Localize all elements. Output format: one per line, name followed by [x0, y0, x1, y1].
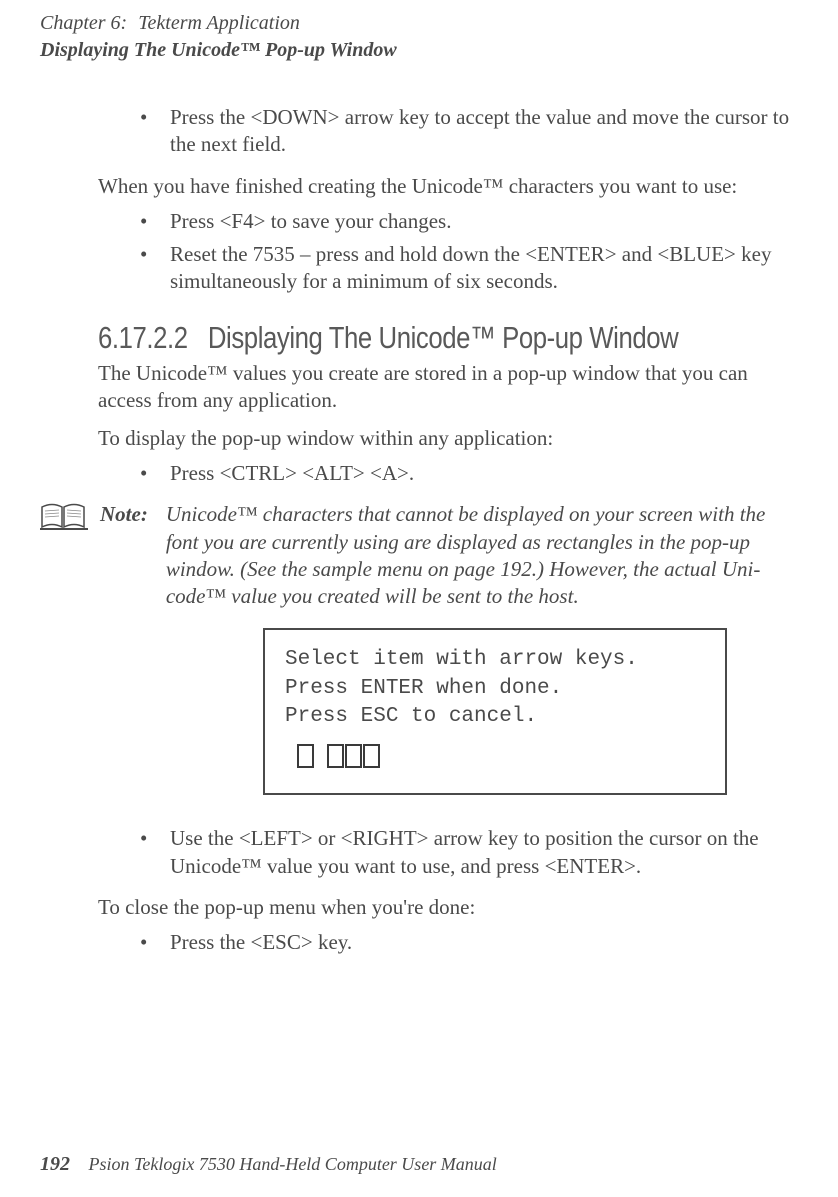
note-label: Note: — [100, 501, 148, 528]
chapter-title: Tekterm Application — [138, 12, 300, 34]
popup-line: Select item with arrow keys. — [285, 646, 705, 674]
unicode-placeholder-glyph — [327, 744, 344, 768]
popup-line: Press ESC to cancel. — [285, 703, 705, 731]
unicode-placeholder-glyph — [297, 744, 314, 768]
list-item: • Press the <DOWN> arrow key to accept t… — [140, 104, 798, 159]
list-item: • Reset the 7535 – press and hold down t… — [140, 241, 798, 296]
popup-line: Press ENTER when done. — [285, 675, 705, 703]
unicode-glyph-row — [285, 741, 705, 771]
popup-window-sample: Select item with arrow keys. Press ENTER… — [263, 628, 727, 795]
bullet-text: Press the <ESC> key. — [170, 930, 352, 954]
bullet-text: Press the <DOWN> arrow key to accept the… — [170, 105, 789, 156]
bullet-icon: • — [140, 929, 147, 956]
note-text: Unicode™ characters that cannot be displ… — [166, 501, 798, 610]
heading-number: 6.17.2.2 — [98, 320, 188, 355]
paragraph: To display the pop-up window within any … — [98, 425, 798, 452]
bullet-text: Press <F4> to save your changes. — [170, 209, 451, 233]
bullet-text: Press <CTRL> <ALT> <A>. — [170, 461, 414, 485]
bullet-icon: • — [140, 460, 147, 487]
manual-title: Psion Teklogix 7530 Hand-Held Computer U… — [89, 1154, 497, 1174]
unicode-placeholder-glyph — [345, 744, 362, 768]
bullet-text: Reset the 7535 – press and hold down the… — [170, 242, 771, 293]
chapter-label: Chapter 6: — [40, 12, 127, 34]
paragraph: The Unicode™ values you create are store… — [98, 360, 798, 415]
bullet-icon: • — [140, 825, 147, 852]
page-footer: 192 Psion Teklogix 7530 Hand-Held Comput… — [40, 1151, 497, 1177]
bullet-icon: • — [140, 208, 147, 235]
list-item: • Press <F4> to save your changes. — [140, 208, 798, 235]
header-section-title: Displaying The Unicode™ Pop-up Window — [40, 37, 798, 64]
paragraph: When you have finished creating the Unic… — [98, 173, 798, 200]
page-header: Chapter 6: Tekterm Application Displayin… — [40, 10, 798, 64]
paragraph: To close the pop-up menu when you're don… — [98, 894, 798, 921]
page-number: 192 — [40, 1153, 70, 1175]
bullet-icon: • — [140, 241, 147, 268]
book-icon — [40, 503, 88, 533]
bullet-text: Use the <LEFT> or <RIGHT> arrow key to p… — [170, 826, 759, 877]
list-item: • Use the <LEFT> or <RIGHT> arrow key to… — [140, 825, 798, 880]
heading-text: Displaying The Unicode™ Pop-up Window — [208, 320, 678, 355]
list-item: • Press the <ESC> key. — [140, 929, 798, 956]
list-item: • Press <CTRL> <ALT> <A>. — [140, 460, 798, 487]
content-area: • Press the <DOWN> arrow key to accept t… — [98, 104, 798, 957]
unicode-placeholder-glyph — [363, 744, 380, 768]
section-heading: 6.17.2.2 Displaying The Unicode™ Pop-up … — [98, 318, 679, 358]
bullet-icon: • — [140, 104, 147, 131]
note-block: Note: Unicode™ characters that cannot be… — [40, 501, 798, 610]
